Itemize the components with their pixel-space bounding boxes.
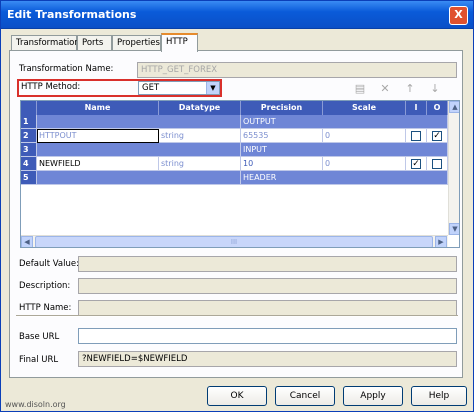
grid-header: Name Datatype Precision Scale I O <box>21 101 448 115</box>
ports-grid[interactable]: Name Datatype Precision Scale I O 1 OUTP… <box>20 100 460 248</box>
group-label-input: INPUT <box>241 143 448 157</box>
column-header-name[interactable]: Name <box>37 101 159 115</box>
group-label-header: HEADER <box>241 171 448 185</box>
description-label: Description: <box>19 281 71 291</box>
watermark: www.disoln.org <box>5 400 66 409</box>
column-header-output[interactable]: O <box>427 101 448 115</box>
input-checkbox[interactable] <box>411 131 421 141</box>
tab-http[interactable]: HTTP <box>161 33 198 52</box>
tab-properties[interactable]: Properties <box>112 35 161 51</box>
row-number: 1 <box>21 115 37 129</box>
base-url-input[interactable] <box>78 328 457 344</box>
port-precision-cell[interactable]: 10 <box>241 157 323 171</box>
transformation-name-label: Transformation Name: <box>19 64 114 74</box>
port-name-cell[interactable]: HTTPOUT <box>37 129 159 143</box>
http-tab-panel: Transformation Name: HTTP_GET_FOREX HTTP… <box>9 50 463 378</box>
chevron-down-icon[interactable]: ▼ <box>206 82 219 94</box>
final-url-label: Final URL <box>19 355 59 365</box>
output-checkbox[interactable]: ✓ <box>432 131 442 141</box>
row-number: 3 <box>21 143 37 157</box>
column-header-input[interactable]: I <box>406 101 427 115</box>
group-label-output: OUTPUT <box>241 115 448 129</box>
port-name-cell[interactable]: NEWFIELD <box>37 157 159 171</box>
tab-transformation[interactable]: Transformation <box>11 35 80 51</box>
base-url-label: Base URL <box>19 332 60 342</box>
vertical-scrollbar[interactable]: ▲ ▼ <box>448 101 459 235</box>
column-header-scale[interactable]: Scale <box>323 101 406 115</box>
move-down-icon[interactable]: ↓ <box>428 82 442 96</box>
edit-transformations-dialog: Edit Transformations X Transformation Po… <box>0 0 474 412</box>
ok-button[interactable]: OK <box>207 386 267 406</box>
help-button[interactable]: Help <box>411 386 467 406</box>
default-value-label: Default Value: <box>19 259 79 269</box>
new-icon[interactable]: ▤ <box>353 82 367 96</box>
table-row[interactable]: 3 INPUT <box>21 143 448 157</box>
tab-ports[interactable]: Ports <box>77 35 112 51</box>
horizontal-scrollbar[interactable]: ◀ III ▶ <box>21 235 448 247</box>
column-header-datatype[interactable]: Datatype <box>159 101 241 115</box>
corner-cell <box>21 101 37 115</box>
cancel-button[interactable]: Cancel <box>275 386 335 406</box>
output-checkbox[interactable] <box>432 159 442 169</box>
transformation-name-field: HTTP_GET_FOREX <box>137 62 457 78</box>
http-name-label: HTTP Name: <box>19 303 72 313</box>
http-name-field <box>78 300 457 316</box>
delete-icon[interactable]: ✕ <box>378 82 392 96</box>
table-row[interactable]: 4 NEWFIELD string 10 0 ✓ <box>21 157 448 171</box>
port-precision-cell[interactable]: 65535 <box>241 129 323 143</box>
port-scale-cell[interactable]: 0 <box>323 129 406 143</box>
final-url-field: ?NEWFIELD=$NEWFIELD <box>78 351 457 367</box>
http-method-value: GET <box>142 83 160 93</box>
http-method-label: HTTP Method: <box>21 82 81 92</box>
apply-button[interactable]: Apply <box>343 386 403 406</box>
close-button[interactable]: X <box>449 6 468 25</box>
title-bar[interactable]: Edit Transformations X <box>1 1 473 29</box>
scroll-thumb[interactable]: III <box>35 236 433 247</box>
row-number: 4 <box>21 157 37 171</box>
scroll-left-icon[interactable]: ◀ <box>21 236 33 247</box>
divider <box>16 315 458 317</box>
http-method-select[interactable]: GET ▼ <box>138 81 220 95</box>
table-row[interactable]: 1 OUTPUT <box>21 115 448 129</box>
window-title: Edit Transformations <box>7 8 137 21</box>
description-field <box>78 278 457 294</box>
port-datatype-cell[interactable]: string <box>159 157 241 171</box>
row-number: 5 <box>21 171 37 185</box>
scroll-down-icon[interactable]: ▼ <box>449 223 459 235</box>
port-scale-cell[interactable]: 0 <box>323 157 406 171</box>
table-row[interactable]: 2 HTTPOUT string 65535 0 ✓ <box>21 129 448 143</box>
scroll-right-icon[interactable]: ▶ <box>435 236 447 247</box>
input-checkbox[interactable]: ✓ <box>411 159 421 169</box>
default-value-field <box>78 256 457 272</box>
move-up-icon[interactable]: ↑ <box>403 82 417 96</box>
column-header-precision[interactable]: Precision <box>241 101 323 115</box>
table-row[interactable]: 5 HEADER <box>21 171 448 185</box>
port-datatype-cell[interactable]: string <box>159 129 241 143</box>
row-number: 2 <box>21 129 37 143</box>
scroll-up-icon[interactable]: ▲ <box>449 101 459 113</box>
